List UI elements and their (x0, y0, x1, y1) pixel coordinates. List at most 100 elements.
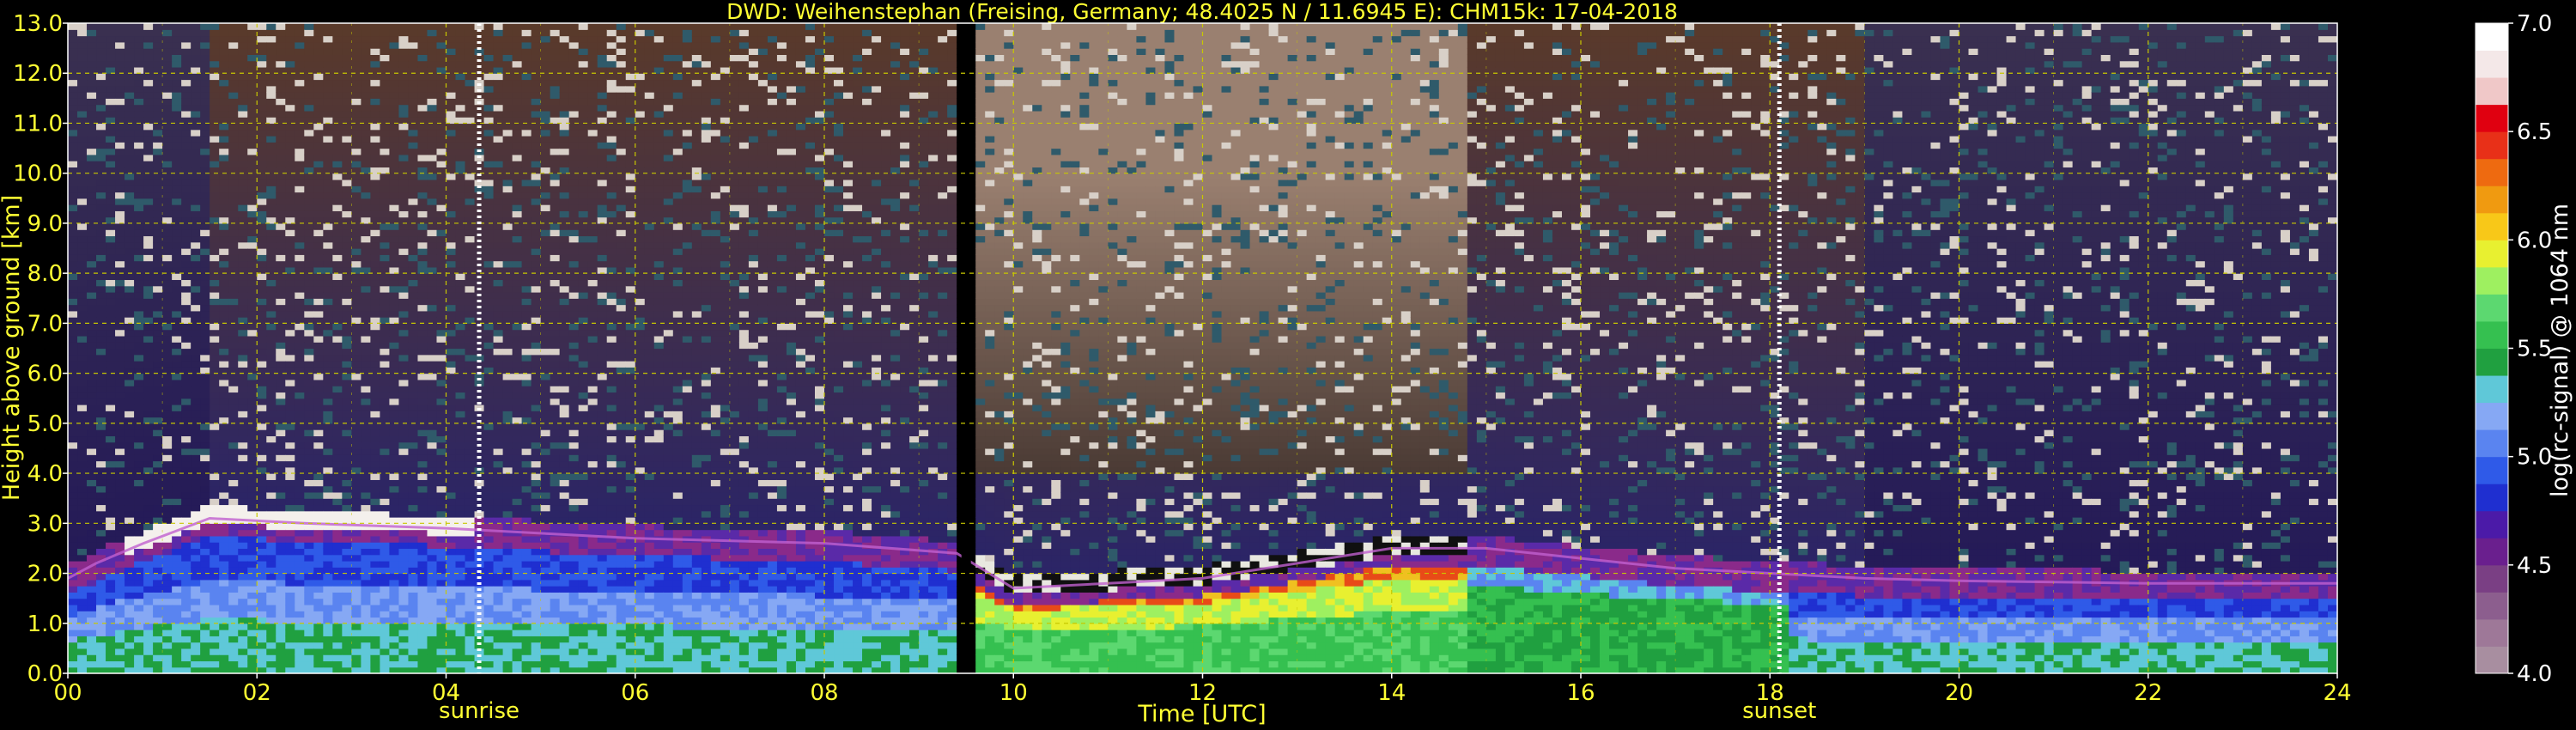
backscatter-cell (200, 186, 210, 193)
backscatter-cell (219, 136, 229, 143)
backscatter-cell (502, 548, 513, 556)
backscatter-cell (323, 204, 333, 211)
backscatter-cell (332, 291, 343, 299)
backscatter-cell (417, 279, 428, 287)
backscatter-cell (295, 542, 305, 550)
backscatter-cell (323, 454, 333, 462)
backscatter-cell (276, 586, 286, 593)
backscatter-cell (200, 548, 210, 556)
backscatter-cell (398, 554, 410, 562)
backscatter-cell (361, 379, 371, 386)
backscatter-cell (115, 35, 125, 43)
backscatter-cell (342, 560, 352, 568)
backscatter-cell (455, 435, 466, 443)
backscatter-cell (465, 310, 476, 318)
backscatter-cell (389, 379, 400, 386)
backscatter-cell (200, 154, 210, 161)
backscatter-cell (96, 405, 106, 411)
backscatter-cell (172, 636, 182, 643)
backscatter-cell (200, 473, 210, 480)
backscatter-cell (172, 92, 182, 99)
backscatter-cell (417, 136, 428, 143)
backscatter-cell (106, 523, 116, 531)
backscatter-cell (342, 460, 352, 468)
backscatter-cell (398, 260, 410, 268)
backscatter-cell (219, 179, 229, 186)
backscatter-cell (219, 592, 229, 599)
backscatter-cell (219, 60, 229, 68)
backscatter-cell (351, 429, 361, 437)
backscatter-cell (493, 29, 504, 37)
backscatter-cell (313, 204, 324, 211)
backscatter-cell (465, 548, 476, 556)
backscatter-cell (512, 98, 523, 106)
backscatter-cell (455, 23, 466, 30)
backscatter-cell (313, 48, 324, 55)
backscatter-cell (446, 204, 457, 211)
backscatter-cell (446, 548, 457, 556)
backscatter-cell (483, 329, 495, 337)
backscatter-cell (125, 48, 135, 55)
backscatter-cell (143, 310, 154, 318)
backscatter-cell (68, 398, 78, 405)
backscatter-cell (153, 198, 163, 205)
backscatter-cell (408, 498, 419, 506)
backscatter-cell (125, 148, 135, 155)
backscatter-cell (483, 379, 495, 386)
backscatter-cell (266, 85, 276, 93)
backscatter-cell (417, 379, 428, 386)
backscatter-cell (483, 592, 495, 599)
backscatter-cell (266, 604, 276, 611)
backscatter-cell (210, 254, 220, 262)
backscatter-cell (77, 529, 88, 537)
backscatter-cell (266, 398, 276, 405)
backscatter-cell (313, 235, 324, 243)
backscatter-cell (200, 660, 210, 668)
backscatter-cell (408, 510, 419, 518)
backscatter-cell (323, 85, 333, 93)
backscatter-cell (408, 222, 419, 230)
backscatter-cell (247, 642, 258, 649)
backscatter-cell (153, 148, 163, 155)
backscatter-cell (106, 173, 116, 180)
backscatter-cell (228, 323, 239, 331)
backscatter-cell (228, 129, 239, 137)
backscatter-cell (493, 354, 504, 362)
backscatter-cell (162, 148, 173, 155)
backscatter-cell (417, 329, 428, 337)
backscatter-cell (380, 329, 391, 337)
backscatter-cell (134, 104, 144, 112)
backscatter-cell (125, 523, 135, 531)
backscatter-cell (342, 104, 352, 112)
backscatter-cell (228, 310, 239, 318)
backscatter-cell (106, 460, 116, 468)
backscatter-cell (304, 23, 314, 30)
backscatter-cell (446, 598, 457, 605)
backscatter-cell (238, 435, 248, 443)
backscatter-cell (304, 598, 314, 605)
backscatter-cell (398, 48, 410, 55)
backscatter-cell (181, 586, 191, 593)
backscatter-cell (191, 398, 201, 405)
backscatter-cell (342, 254, 352, 262)
backscatter-cell (247, 535, 258, 543)
backscatter-cell (68, 523, 78, 531)
backscatter-cell (200, 23, 210, 30)
backscatter-cell (134, 304, 144, 312)
backscatter-cell (191, 441, 201, 449)
backscatter-cell (191, 447, 201, 455)
backscatter-cell (200, 479, 210, 487)
backscatter-cell (389, 110, 400, 118)
backscatter-cell (153, 479, 163, 487)
backscatter-cell (200, 48, 210, 55)
backscatter-cell (200, 142, 210, 149)
backscatter-cell (408, 41, 419, 49)
backscatter-cell (87, 329, 97, 337)
backscatter-cell (68, 123, 78, 131)
backscatter-cell (483, 473, 495, 480)
backscatter-cell (247, 241, 258, 249)
backscatter-cell (87, 573, 97, 581)
backscatter-cell (351, 54, 361, 62)
backscatter-cell (153, 660, 163, 668)
backscatter-cell (115, 110, 125, 118)
